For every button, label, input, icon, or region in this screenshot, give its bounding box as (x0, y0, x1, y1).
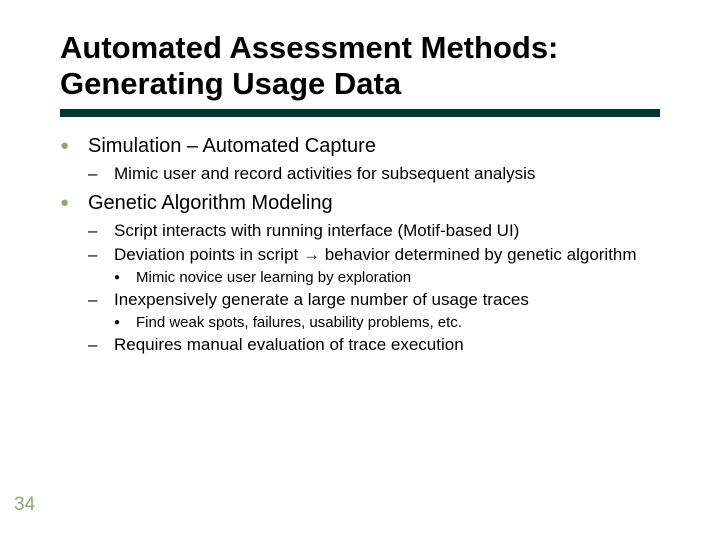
sub-bullet-item: Deviation points in script → behavior de… (88, 245, 672, 286)
sub-bullet-list: Mimic user and record activities for sub… (88, 164, 672, 184)
sub-bullet-list: Script interacts with running interface … (88, 221, 672, 355)
arrow-icon: → (303, 245, 320, 264)
tertiary-bullet-list: Mimic novice user learning by exploratio… (114, 269, 672, 286)
sub-bullet-text: Inexpensively generate a large number of… (114, 290, 529, 309)
tertiary-bullet-text: Mimic novice user learning by exploratio… (136, 269, 411, 286)
bullet-item: Simulation – Automated Capture Mimic use… (60, 135, 672, 184)
sub-bullet-text-prefix: Deviation points in script (114, 245, 303, 264)
tertiary-bullet-list: Find weak spots, failures, usability pro… (114, 314, 672, 331)
bullet-text: Genetic Algorithm Modeling (88, 192, 333, 214)
slide-title: Automated Assessment Methods: Generating… (60, 30, 672, 101)
title-underline (60, 109, 660, 117)
sub-bullet-text: Script interacts with running interface … (114, 221, 519, 240)
tertiary-bullet-item: Find weak spots, failures, usability pro… (114, 314, 672, 331)
sub-bullet-text: Requires manual evaluation of trace exec… (114, 335, 464, 354)
bullet-item: Genetic Algorithm Modeling Script intera… (60, 192, 672, 355)
sub-bullet-item: Inexpensively generate a large number of… (88, 290, 672, 331)
bullet-text: Simulation – Automated Capture (88, 135, 376, 157)
sub-bullet-text-suffix: behavior determined by genetic algorithm (320, 245, 637, 264)
tertiary-bullet-item: Mimic novice user learning by exploratio… (114, 269, 672, 286)
page-number: 34 (14, 494, 35, 516)
sub-bullet-text: Mimic user and record activities for sub… (114, 164, 535, 183)
title-line-1: Automated Assessment Methods: (60, 30, 558, 65)
title-line-2: Generating Usage Data (60, 66, 401, 101)
sub-bullet-item: Mimic user and record activities for sub… (88, 164, 672, 184)
sub-bullet-item: Requires manual evaluation of trace exec… (88, 335, 672, 355)
slide: Automated Assessment Methods: Generating… (0, 0, 720, 540)
sub-bullet-item: Script interacts with running interface … (88, 221, 672, 241)
bullet-list: Simulation – Automated Capture Mimic use… (60, 135, 672, 355)
tertiary-bullet-text: Find weak spots, failures, usability pro… (136, 314, 462, 331)
